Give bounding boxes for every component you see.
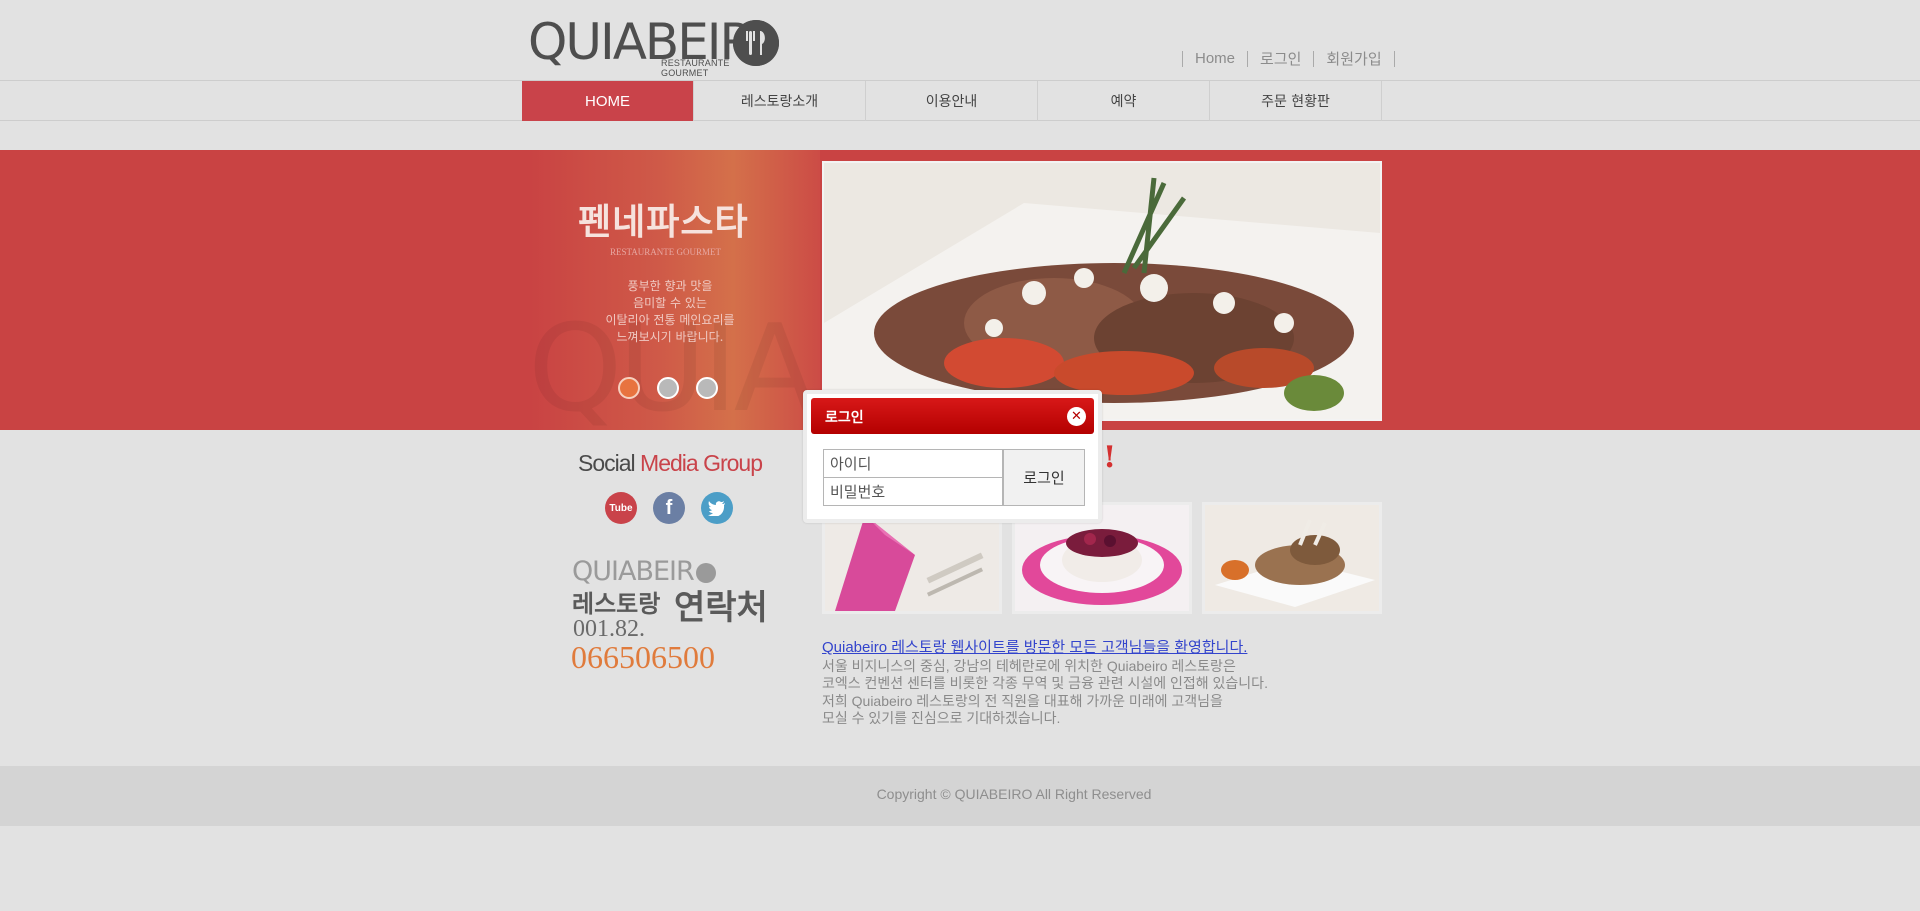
- login-modal: 로그인 ✕ 로그인: [803, 390, 1102, 523]
- hero-title: 펜네파스타: [578, 201, 749, 243]
- facebook-icon[interactable]: f: [653, 492, 685, 524]
- login-submit-button[interactable]: 로그인: [1003, 449, 1085, 506]
- contact-label-contact: 연락처: [674, 588, 768, 628]
- hero-subtitle: RESTAURANTE GOURMET: [610, 247, 722, 257]
- main-nav: HOME 레스토랑소개 이용안내 예약 주문 현황판: [0, 80, 1920, 121]
- login-modal-header: 로그인 ✕: [811, 398, 1094, 434]
- slide-dot-3[interactable]: [696, 377, 718, 399]
- top-link-home[interactable]: Home: [1195, 50, 1235, 67]
- hero-description: 풍부한 향과 맛을 음미할 수 있는 이탈리아 전통 메인요리를 느껴보시기 바…: [605, 279, 735, 344]
- password-input[interactable]: [823, 477, 1003, 506]
- top-link-signup[interactable]: 회원가입: [1326, 48, 1381, 69]
- phone-number: 066506500: [571, 639, 715, 675]
- slide-dot-1[interactable]: [618, 377, 640, 399]
- copyright: Copyright © QUIABEIRO All Right Reserved: [876, 786, 1152, 802]
- site-logo[interactable]: QUIABEIR RESTAURANTE GOURMET: [528, 14, 779, 78]
- header: QUIABEIR RESTAURANTE GOURMET Home 로그인 회원…: [0, 0, 1920, 80]
- welcome-text: 서울 비지니스의 중심, 강남의 테헤란로에 위치한 Quiabeiro 레스토…: [822, 658, 1268, 726]
- section-heading-fragment: !: [1103, 440, 1117, 475]
- footer: Copyright © QUIABEIRO All Right Reserved: [0, 766, 1920, 826]
- nav-item-about[interactable]: 레스토랑소개: [694, 81, 866, 121]
- nav-item-guide[interactable]: 이용안내: [866, 81, 1038, 121]
- slide-dot-2[interactable]: [657, 377, 679, 399]
- close-icon[interactable]: ✕: [1067, 407, 1086, 426]
- nav-item-reservation[interactable]: 예약: [1038, 81, 1210, 121]
- contact-label-restaurant: 레스토랑: [572, 589, 661, 618]
- top-links: Home 로그인 회원가입: [1170, 48, 1407, 69]
- slide-indicators: [618, 377, 718, 399]
- hero-dish-photo: [822, 161, 1382, 421]
- gallery-photo-lamb[interactable]: [1202, 502, 1382, 614]
- twitter-icon[interactable]: [701, 492, 733, 524]
- top-link-login[interactable]: 로그인: [1260, 48, 1301, 69]
- logo-subtitle: RESTAURANTE GOURMET: [661, 58, 730, 78]
- nav-item-order-status[interactable]: 주문 현황판: [1210, 81, 1382, 121]
- username-input[interactable]: [823, 449, 1003, 478]
- welcome-link[interactable]: Quiabeiro 레스토랑 웹사이트를 방문한 모든 고객님들을 환영합니다.: [822, 636, 1247, 657]
- youtube-icon[interactable]: Tube: [605, 492, 637, 524]
- social-title: Social Media Group: [578, 450, 763, 476]
- nav-item-home[interactable]: HOME: [522, 81, 694, 121]
- social-icons: Tube f: [605, 492, 733, 524]
- login-modal-title: 로그인: [825, 410, 864, 426]
